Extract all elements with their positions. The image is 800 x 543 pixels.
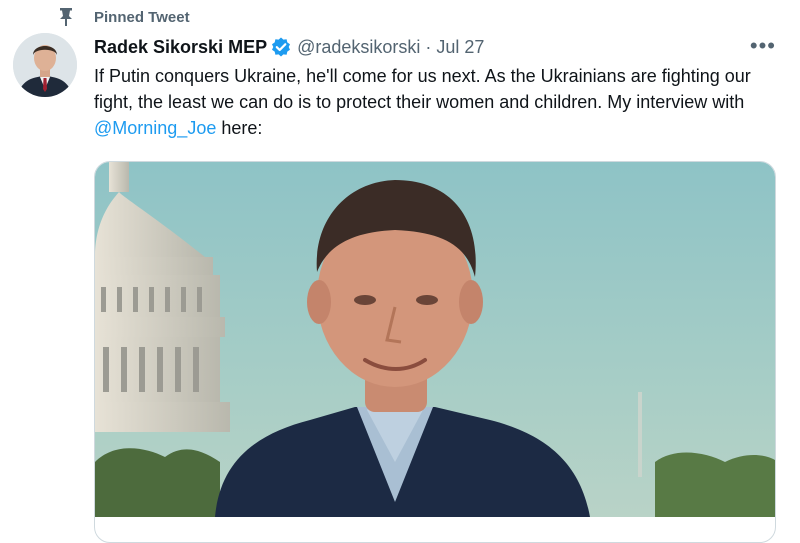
pinned-label: Pinned Tweet — [94, 8, 190, 26]
author-display-name[interactable]: Radek Sikorski MEP — [94, 37, 267, 58]
tweet-text-tail: here: — [216, 118, 263, 138]
verified-badge-icon — [271, 37, 291, 57]
tweet-text-body: If Putin conquers Ukraine, he'll come fo… — [94, 66, 751, 112]
tweet-header: Radek Sikorski MEP @radeksikorski · Jul … — [94, 34, 776, 60]
header-separator: · — [425, 36, 432, 57]
pinned-indicator: Pinned Tweet — [58, 6, 190, 28]
video-thumbnail[interactable] — [95, 162, 775, 517]
avatar[interactable] — [13, 33, 77, 97]
tweet-media-card[interactable] — [94, 161, 776, 543]
more-options-icon[interactable]: ••• — [750, 35, 776, 57]
pin-icon — [58, 8, 74, 26]
tweet-text: If Putin conquers Ukraine, he'll come fo… — [94, 63, 774, 141]
mention-link[interactable]: @Morning_Joe — [94, 118, 216, 138]
tweet-date[interactable]: Jul 27 — [436, 37, 484, 58]
author-handle[interactable]: @radeksikorski — [297, 37, 420, 58]
